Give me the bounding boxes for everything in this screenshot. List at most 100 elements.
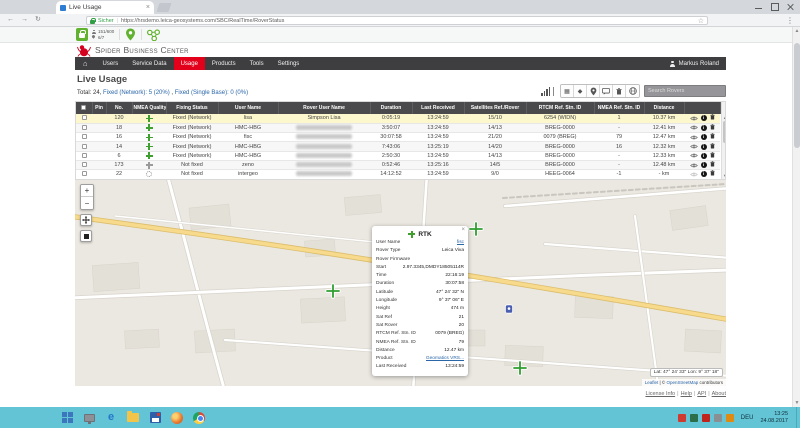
tray-icon-red[interactable] xyxy=(678,414,686,422)
map-view-icon[interactable] xyxy=(587,85,600,97)
eye-icon[interactable] xyxy=(690,153,698,158)
delete-icon[interactable] xyxy=(613,85,626,97)
taskbar-app-firefox[interactable] xyxy=(170,411,184,425)
nav-item-users[interactable]: Users xyxy=(96,57,126,70)
reference-marker-blue[interactable] xyxy=(505,305,512,313)
maximize-icon[interactable] xyxy=(771,3,778,10)
table-row[interactable]: 22 Not fixed intergeo 14:12:52 13:24:59 … xyxy=(76,170,720,179)
info-icon[interactable]: i xyxy=(701,153,707,159)
osm-link[interactable]: OpenStreetMap xyxy=(666,380,698,385)
show-desktop-button[interactable] xyxy=(796,407,800,428)
api-link[interactable]: API xyxy=(697,391,706,397)
col-distance[interactable]: Distance xyxy=(644,102,684,114)
row-checkbox[interactable] xyxy=(82,171,87,176)
popup-close-icon[interactable]: × xyxy=(461,227,465,233)
scroll-up-icon[interactable]: ▲ xyxy=(723,115,727,120)
info-icon[interactable]: i xyxy=(701,134,707,140)
zoom-out-button[interactable]: − xyxy=(81,197,93,209)
home-icon[interactable]: ⌂ xyxy=(75,57,96,70)
popup-row-value[interactable]: Geomatics VRS... xyxy=(426,355,464,363)
trash-icon[interactable] xyxy=(710,143,715,151)
table-scrollbar[interactable]: ▲ ▼ xyxy=(721,102,727,179)
eye-icon[interactable] xyxy=(690,116,698,121)
scrollbar-thumb[interactable] xyxy=(794,43,800,148)
nav-item-service-data[interactable]: Service Data xyxy=(125,57,173,70)
nav-item-tools[interactable]: Tools xyxy=(243,57,271,70)
taskbar-app-save[interactable] xyxy=(148,411,162,425)
col-fixing-status[interactable]: Fixing Status xyxy=(166,102,218,114)
table-row[interactable]: 120 Fixed (Network) lisa Simpson Lisa 0:… xyxy=(76,114,720,123)
col-rtcm-ref[interactable]: RTCM Ref. Stn. ID xyxy=(526,102,594,114)
info-icon[interactable]: i xyxy=(701,171,707,177)
summary-fixed-single-link[interactable]: Fixed (Single Base): 0 (0%) xyxy=(175,90,248,96)
row-checkbox[interactable] xyxy=(82,134,87,139)
map-pin-icon[interactable] xyxy=(125,28,136,41)
info-icon[interactable]: i xyxy=(701,144,707,150)
address-bar[interactable]: Sicher | https://hrsdemo.leica-geosystem… xyxy=(86,16,708,25)
network-nodes-icon[interactable] xyxy=(147,29,160,41)
table-row[interactable]: 173 Not fixed zeno 0:52:46 13:25:16 14/5… xyxy=(76,160,720,169)
fit-extent-button[interactable] xyxy=(80,214,92,226)
select-area-button[interactable] xyxy=(80,230,92,242)
clock[interactable]: 13:25 24.08.2017 xyxy=(760,411,788,425)
tab-close-icon[interactable]: × xyxy=(146,4,150,11)
reload-icon[interactable]: ↻ xyxy=(35,15,41,25)
eye-icon[interactable] xyxy=(690,163,698,168)
message-icon[interactable] xyxy=(600,85,613,97)
nav-item-usage[interactable]: Usage xyxy=(174,57,205,70)
list-view-icon[interactable]: ▦ xyxy=(561,85,574,97)
start-button[interactable] xyxy=(62,412,74,424)
language-indicator[interactable]: DEU xyxy=(741,415,754,421)
table-row[interactable]: 14 Fixed (Network) HMC-HBG 7:43:06 13:25… xyxy=(76,142,720,151)
current-user[interactable]: Markus Roland xyxy=(663,57,726,70)
col-pin[interactable]: Pin xyxy=(92,102,106,114)
select-all-header[interactable] xyxy=(76,102,92,114)
col-last-received[interactable]: Last Received xyxy=(412,102,464,114)
new-tab-button[interactable] xyxy=(157,3,172,12)
minimize-icon[interactable] xyxy=(755,3,762,10)
table-row[interactable]: 6 Fixed (Network) HMC-HBG 2:50:30 13:24:… xyxy=(76,151,720,160)
help-link[interactable]: Help xyxy=(681,391,692,397)
col-nmea-quality[interactable]: NMEA Quality xyxy=(132,102,166,114)
taskbar-app-ie[interactable]: e xyxy=(104,411,118,425)
scroll-down-icon[interactable]: ▼ xyxy=(723,173,727,178)
row-checkbox[interactable] xyxy=(82,115,87,120)
diamond-marker-icon[interactable]: ◆ xyxy=(574,85,587,97)
tray-icon-gray[interactable] xyxy=(714,414,722,422)
nav-item-products[interactable]: Products xyxy=(205,57,243,70)
trash-icon[interactable] xyxy=(710,170,715,178)
taskbar-app-desktop[interactable] xyxy=(82,411,96,425)
browser-menu-icon[interactable]: ⋮ xyxy=(786,16,794,25)
trash-icon[interactable] xyxy=(710,124,715,132)
row-checkbox[interactable] xyxy=(82,144,87,149)
taskbar-app-explorer[interactable] xyxy=(126,411,140,425)
eye-icon[interactable] xyxy=(690,172,698,177)
table-row[interactable]: 18 Fixed (Network) HMC-HBG 3:50:07 13:24… xyxy=(76,123,720,132)
tray-icon-orange[interactable] xyxy=(726,414,734,422)
summary-fixed-network-link[interactable]: Fixed (Network): 5 (20%) xyxy=(103,90,170,96)
eye-icon[interactable] xyxy=(690,135,698,140)
page-scrollbar[interactable]: ▲ ▼ xyxy=(792,27,800,407)
scroll-up-icon[interactable]: ▲ xyxy=(793,27,800,35)
popup-row-value[interactable]: fisc xyxy=(457,239,464,247)
about-link[interactable]: About xyxy=(712,391,726,397)
trash-icon[interactable] xyxy=(710,114,715,122)
col-duration[interactable]: Duration xyxy=(370,102,412,114)
browser-tab[interactable]: Live Usage × xyxy=(56,1,154,14)
taskbar-app-chrome[interactable] xyxy=(192,411,206,425)
forward-icon[interactable]: → xyxy=(21,15,28,25)
close-window-icon[interactable] xyxy=(787,3,794,10)
row-checkbox[interactable] xyxy=(82,125,87,130)
col-satellites[interactable]: Satellites Ref./Rover xyxy=(464,102,526,114)
info-icon[interactable]: i xyxy=(701,115,707,121)
bookmark-star-icon[interactable]: ☆ xyxy=(698,17,704,25)
col-rover-user-name[interactable]: Rover User Name xyxy=(278,102,370,114)
scroll-down-icon[interactable]: ▼ xyxy=(793,399,800,407)
col-no[interactable]: No. xyxy=(106,102,132,114)
info-icon[interactable]: i xyxy=(701,162,707,168)
trash-icon[interactable] xyxy=(710,152,715,160)
eye-icon[interactable] xyxy=(690,144,698,149)
row-checkbox[interactable] xyxy=(82,153,87,158)
nav-item-settings[interactable]: Settings xyxy=(271,57,307,70)
col-user-name[interactable]: User Name xyxy=(218,102,278,114)
